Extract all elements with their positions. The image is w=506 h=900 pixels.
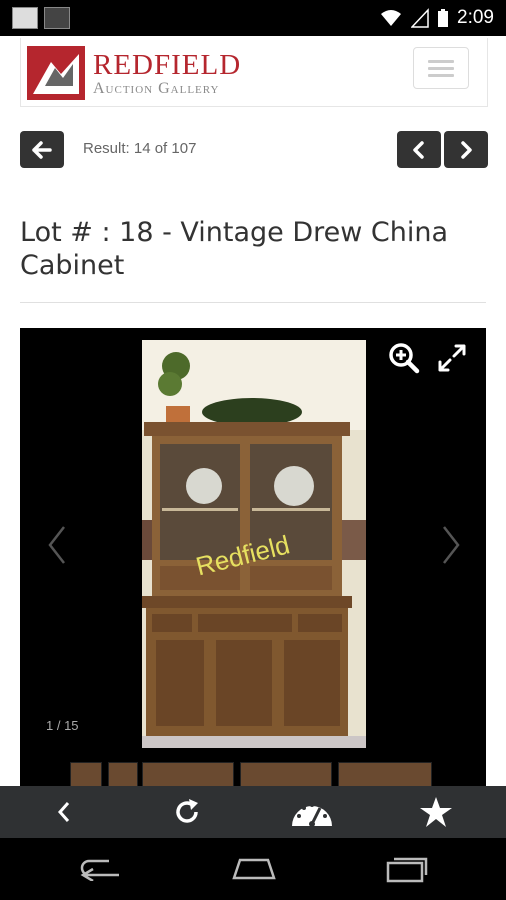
star-icon	[420, 797, 452, 827]
dashboard-button[interactable]	[272, 786, 352, 838]
gallery-thumbnail[interactable]	[338, 762, 432, 788]
site-header: REDFIELD Auction Gallery	[20, 38, 488, 107]
dashboard-icon	[292, 803, 332, 827]
fullscreen-icon[interactable]	[436, 342, 468, 374]
gallery-prev-icon[interactable]	[42, 523, 72, 567]
image-gallery[interactable]: Redfield 1 / 15	[20, 328, 486, 788]
logo-icon[interactable]	[27, 46, 85, 100]
notification-icon	[44, 7, 70, 29]
gallery-counter: 1 / 15	[46, 718, 79, 733]
toolbar-back-button[interactable]	[24, 786, 104, 838]
android-recents-icon	[386, 857, 428, 883]
refresh-button[interactable]	[147, 786, 227, 838]
zoom-in-icon[interactable]	[388, 342, 420, 374]
bottom-toolbar	[0, 786, 506, 838]
back-arrow-icon	[32, 140, 52, 159]
android-home-icon	[232, 858, 276, 880]
gallery-next-icon[interactable]	[436, 523, 466, 567]
lot-photo[interactable]: Redfield	[142, 340, 366, 748]
gallery-thumbnail[interactable]	[108, 762, 138, 788]
android-back-icon	[80, 859, 119, 881]
status-bar: 2:09	[0, 0, 506, 36]
wifi-icon	[381, 10, 402, 26]
previous-result-button[interactable]	[397, 131, 441, 168]
notification-icon	[12, 7, 38, 29]
menu-button[interactable]	[413, 47, 469, 89]
next-result-button[interactable]	[444, 131, 488, 168]
chevron-right-icon	[461, 140, 472, 159]
android-recents-button[interactable]	[376, 852, 436, 886]
chevron-left-icon	[413, 140, 424, 159]
favorite-button[interactable]	[396, 786, 476, 838]
result-counter: Result: 14 of 107	[83, 140, 197, 157]
logo-subtitle: Auction Gallery	[93, 80, 220, 97]
divider	[20, 302, 486, 303]
battery-icon	[438, 9, 449, 27]
android-back-button[interactable]	[72, 852, 132, 886]
gallery-thumbnail[interactable]	[240, 762, 332, 788]
system-nav-bar	[0, 838, 506, 900]
gallery-thumbnail[interactable]	[70, 762, 102, 788]
status-time: 2:09	[457, 7, 494, 28]
lot-title: Lot # : 18 - Vintage Drew China Cabinet	[20, 217, 449, 281]
logo-title: REDFIELD	[93, 49, 242, 81]
back-button[interactable]	[20, 131, 64, 168]
refresh-icon	[176, 799, 198, 823]
gallery-thumbnail[interactable]	[142, 762, 234, 788]
chevron-left-icon	[57, 802, 70, 822]
signal-icon	[411, 8, 429, 28]
android-home-button[interactable]	[224, 852, 284, 886]
